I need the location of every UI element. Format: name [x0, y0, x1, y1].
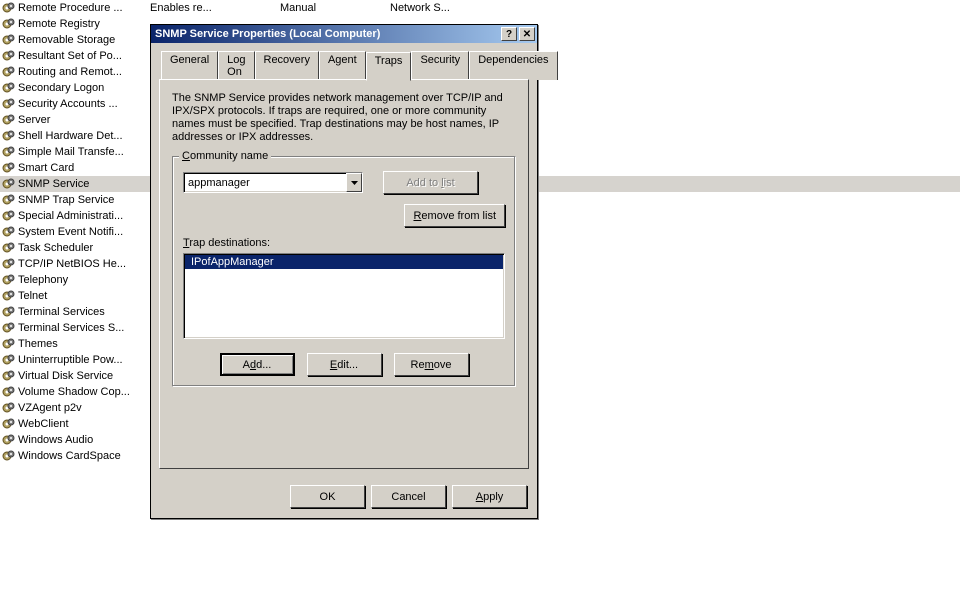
trap-destinations-listbox[interactable]: IPofAppManager: [183, 253, 505, 339]
service-icon: [2, 449, 16, 463]
service-name: Terminal Services: [18, 306, 150, 318]
tabstrip: GeneralLog OnRecoveryAgentTrapsSecurityD…: [159, 51, 529, 80]
service-name: SNMP Service: [18, 178, 150, 190]
combo-dropdown-button[interactable]: [346, 173, 362, 192]
service-icon: [2, 65, 16, 79]
tab-general[interactable]: General: [161, 51, 218, 80]
service-name: Removable Storage: [18, 34, 150, 46]
list-item[interactable]: IPofAppManager: [185, 255, 503, 269]
service-name: Telnet: [18, 290, 150, 302]
service-icon: [2, 241, 16, 255]
service-icon: [2, 305, 16, 319]
service-icon: [2, 353, 16, 367]
service-name: Smart Card: [18, 162, 150, 174]
community-label: Community name: [179, 150, 271, 162]
tab-log-on[interactable]: Log On: [218, 51, 254, 80]
service-name: TCP/IP NetBIOS He...: [18, 258, 150, 270]
traps-description: The SNMP Service provides network manage…: [172, 92, 516, 144]
service-icon: [2, 177, 16, 191]
service-icon: [2, 257, 16, 271]
tab-recovery[interactable]: Recovery: [255, 51, 319, 80]
service-name: Virtual Disk Service: [18, 370, 150, 382]
titlebar[interactable]: SNMP Service Properties (Local Computer)…: [151, 25, 537, 43]
tab-dependencies[interactable]: Dependencies: [469, 51, 557, 80]
service-name: Uninterruptible Pow...: [18, 354, 150, 366]
service-icon: [2, 33, 16, 47]
service-name: Resultant Set of Po...: [18, 50, 150, 62]
service-icon: [2, 49, 16, 63]
close-button[interactable]: ✕: [519, 27, 535, 41]
service-icon: [2, 225, 16, 239]
help-button[interactable]: ?: [501, 27, 517, 41]
remove-from-list-button[interactable]: Remove from list: [404, 204, 505, 227]
service-startup: Manual: [280, 2, 390, 14]
service-name: Themes: [18, 338, 150, 350]
service-name: Secondary Logon: [18, 82, 150, 94]
service-icon: [2, 161, 16, 175]
service-icon: [2, 401, 16, 415]
ok-button[interactable]: OK: [290, 485, 365, 508]
edit-button[interactable]: Edit...: [307, 353, 382, 376]
service-name: Security Accounts ...: [18, 98, 150, 110]
dialog-body: GeneralLog OnRecoveryAgentTrapsSecurityD…: [151, 43, 537, 477]
service-icon: [2, 193, 16, 207]
service-name: Terminal Services S...: [18, 322, 150, 334]
cancel-button[interactable]: Cancel: [371, 485, 446, 508]
dialog-title: SNMP Service Properties (Local Computer): [155, 28, 499, 40]
add-button[interactable]: Add...: [220, 353, 295, 376]
tab-traps[interactable]: Traps: [366, 52, 412, 81]
service-icon: [2, 129, 16, 143]
service-name: Shell Hardware Det...: [18, 130, 150, 142]
service-icon: [2, 337, 16, 351]
trap-destinations-label: Trap destinations:: [183, 237, 505, 249]
service-icon: [2, 17, 16, 31]
tab-agent[interactable]: Agent: [319, 51, 366, 80]
service-name: Telephony: [18, 274, 150, 286]
service-name: Server: [18, 114, 150, 126]
service-name: Windows CardSpace: [18, 450, 150, 462]
dialog-footer: OK Cancel Apply: [151, 477, 537, 518]
service-name: Remote Procedure ...: [18, 2, 150, 14]
service-icon: [2, 97, 16, 111]
service-name: Task Scheduler: [18, 242, 150, 254]
service-name: System Event Notifi...: [18, 226, 150, 238]
service-row[interactable]: Remote Procedure ...Enables re...ManualN…: [0, 0, 960, 16]
service-icon: [2, 209, 16, 223]
apply-button[interactable]: Apply: [452, 485, 527, 508]
snmp-properties-dialog: SNMP Service Properties (Local Computer)…: [150, 24, 538, 519]
service-name: VZAgent p2v: [18, 402, 150, 414]
community-combo[interactable]: [183, 172, 363, 193]
chevron-down-icon: [351, 181, 358, 185]
service-name: Routing and Remot...: [18, 66, 150, 78]
service-icon: [2, 145, 16, 159]
service-icon: [2, 321, 16, 335]
service-icon: [2, 273, 16, 287]
service-name: SNMP Trap Service: [18, 194, 150, 206]
service-icon: [2, 81, 16, 95]
service-icon: [2, 433, 16, 447]
community-input[interactable]: [184, 173, 346, 192]
service-icon: [2, 1, 16, 15]
community-groupbox: Community name Add to list Remove from l…: [172, 156, 516, 387]
service-icon: [2, 369, 16, 383]
service-name: Remote Registry: [18, 18, 150, 30]
service-name: Windows Audio: [18, 434, 150, 446]
service-icon: [2, 113, 16, 127]
service-icon: [2, 417, 16, 431]
tab-security[interactable]: Security: [411, 51, 469, 80]
service-name: Volume Shadow Cop...: [18, 386, 150, 398]
service-logon: Network S...: [390, 2, 510, 14]
service-icon: [2, 385, 16, 399]
service-name: Special Administrati...: [18, 210, 150, 222]
tab-panel-traps: The SNMP Service provides network manage…: [159, 79, 529, 469]
add-to-list-button[interactable]: Add to list: [383, 171, 478, 194]
service-icon: [2, 289, 16, 303]
service-name: Simple Mail Transfe...: [18, 146, 150, 158]
remove-button[interactable]: Remove: [394, 353, 469, 376]
service-description: Enables re...: [150, 2, 280, 14]
service-name: WebClient: [18, 418, 150, 430]
